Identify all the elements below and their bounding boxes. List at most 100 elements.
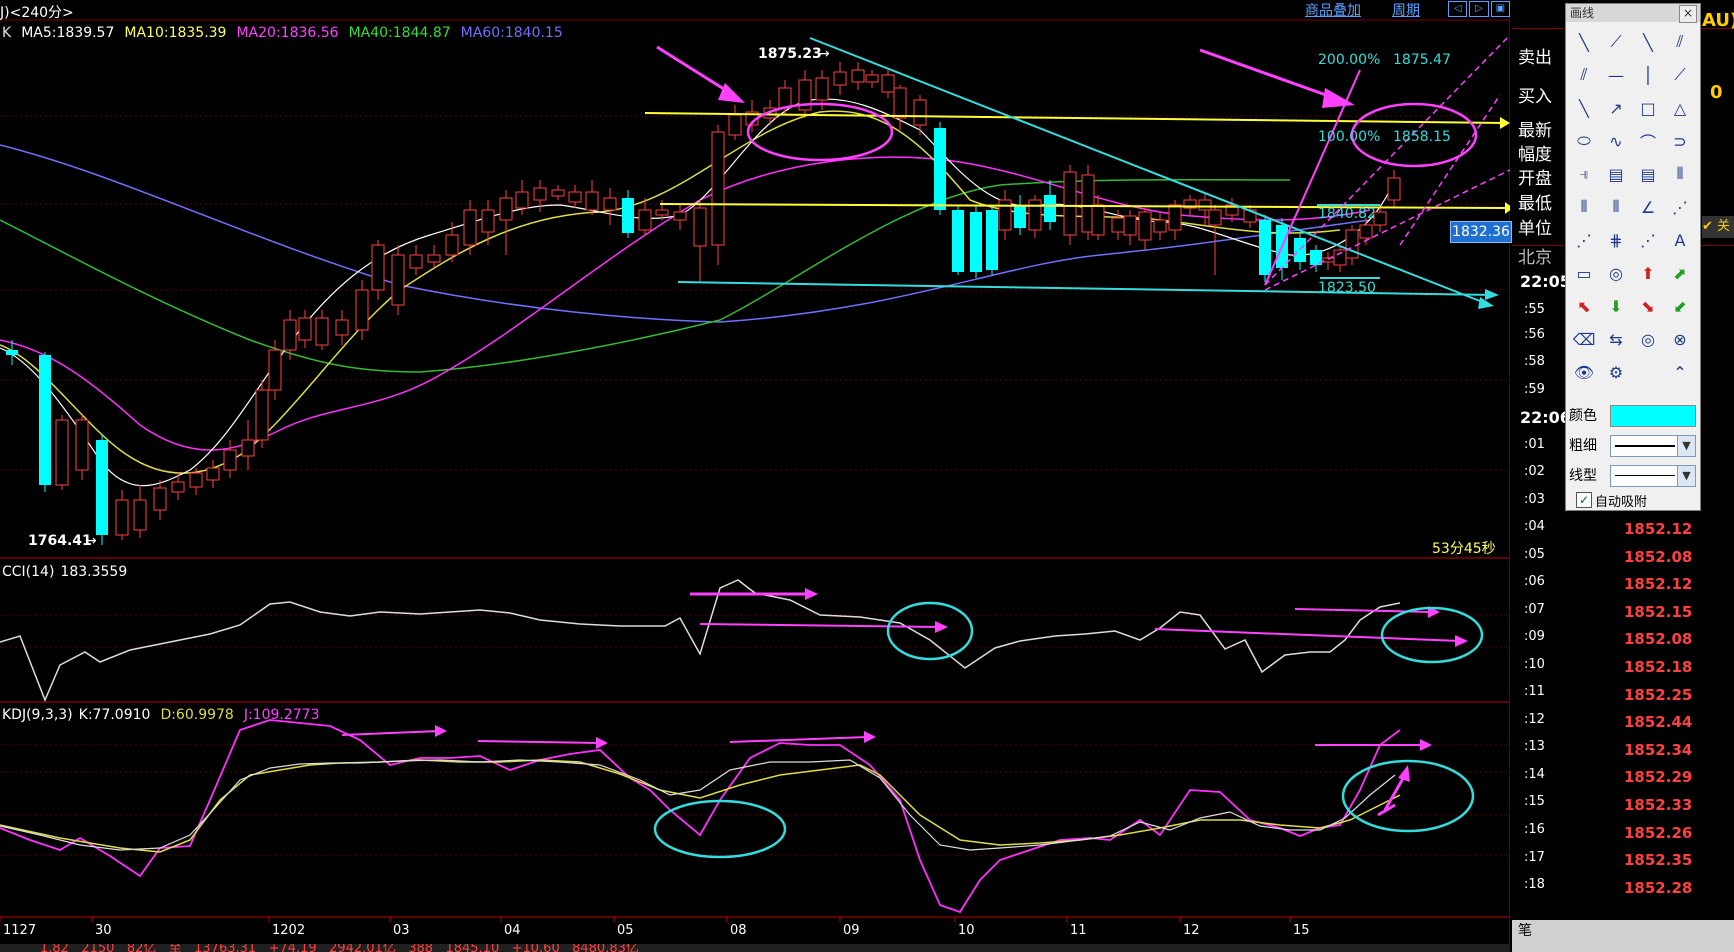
close-icon[interactable]: ×: [1679, 5, 1697, 23]
ma20-line: [0, 156, 1371, 451]
nav-buttons[interactable]: ◁ ▷ ▣: [1448, 1, 1510, 17]
countdown-label: 53分45秒: [1432, 541, 1496, 557]
tick-time: :59: [1524, 382, 1545, 397]
candle: [96, 435, 108, 545]
period-label: J)<240分>: [0, 5, 74, 21]
fib-retracement-icon[interactable]: ⫣: [1570, 161, 1598, 187]
ellipse-icon[interactable]: ⬭: [1570, 128, 1598, 154]
candle: [335, 310, 349, 345]
gear-icon[interactable]: ⚙: [1602, 359, 1630, 385]
horizontal-line-icon[interactable]: —: [1602, 62, 1630, 88]
andrews-pitchfork-icon[interactable]: ⋕: [1602, 227, 1630, 253]
tick-value: 1852.12: [1624, 520, 1693, 538]
candle: [893, 85, 907, 130]
arrow-down-right-icon[interactable]: ⬊: [1634, 293, 1662, 319]
bracket-icon[interactable]: ⊃: [1666, 128, 1694, 154]
nav-left-icon[interactable]: ◁: [1448, 1, 1468, 17]
gann-lines-icon[interactable]: ⦀: [1602, 194, 1630, 220]
arrow-up-right-icon[interactable]: ↗: [1602, 95, 1630, 121]
parallel-lines-icon[interactable]: ⫽: [1666, 29, 1694, 55]
arrow-down-left-green-icon[interactable]: ⬋: [1666, 293, 1694, 319]
auto-snap-checkbox[interactable]: ✓: [1576, 492, 1592, 508]
beijing-label: 北京: [1518, 248, 1552, 268]
eraser-icon[interactable]: ⌫: [1570, 326, 1598, 352]
status-label: 笔: [1518, 923, 1532, 939]
style-select[interactable]: ▼: [1610, 465, 1696, 487]
tick-value: 1852.18: [1624, 658, 1693, 676]
candle: [1138, 208, 1152, 250]
nav-right-icon[interactable]: ▷: [1469, 1, 1489, 17]
candle: [693, 200, 707, 282]
unit-label: 单位: [1518, 219, 1552, 239]
period-button[interactable]: 周期: [1392, 0, 1420, 20]
candle: [315, 310, 329, 350]
text-icon[interactable]: A: [1666, 227, 1694, 253]
candlestick-chart[interactable]: 1875.23 → 1764.41 → 1823.50 200.00% 1875…: [0, 0, 1510, 952]
speed-lines-icon[interactable]: ⋰: [1570, 227, 1598, 253]
fib-fan-icon[interactable]: ▤: [1602, 161, 1630, 187]
arc-icon[interactable]: ⌒: [1634, 128, 1662, 154]
tick-time: :06: [1524, 574, 1545, 589]
candle: [622, 190, 634, 238]
candle: [115, 490, 129, 540]
period-lines-icon[interactable]: ⦀: [1666, 161, 1694, 187]
x-axis-label: 10: [958, 923, 975, 938]
chevron-down-icon[interactable]: ▼: [1677, 466, 1695, 486]
x-axis-label: 09: [843, 923, 860, 938]
width-label: 粗细: [1569, 438, 1597, 454]
arrow-up-icon[interactable]: ⬆: [1634, 260, 1662, 286]
sine-wave-icon[interactable]: ∿: [1602, 128, 1630, 154]
current-price-tag: 1832.36: [1450, 221, 1512, 243]
status-bar-text: 1.82 2150 82亿 至 13763.31 +74.19 2942.01亿…: [40, 944, 639, 952]
triangle-icon[interactable]: △: [1666, 95, 1694, 121]
eye-icon[interactable]: 👁: [1570, 359, 1598, 385]
overlay-button[interactable]: 商品叠加: [1305, 0, 1361, 20]
color-swatch[interactable]: [1610, 405, 1696, 427]
angle-line-icon[interactable]: ∠: [1634, 194, 1662, 220]
ray-line-icon[interactable]: ⟋: [1602, 29, 1630, 55]
arrow-line-icon[interactable]: ⟋: [1666, 62, 1694, 88]
gann-fan-icon[interactable]: ⋰: [1666, 194, 1694, 220]
nav-end-icon[interactable]: ▣: [1490, 1, 1510, 17]
tick-value: 1852.08: [1624, 630, 1693, 649]
chevron-down-icon[interactable]: ▼: [1677, 436, 1695, 456]
tick-time: :04: [1524, 519, 1545, 534]
hide-icon[interactable]: ◎: [1634, 326, 1662, 352]
x-axis-label: 03: [393, 923, 410, 938]
vertical-line-icon[interactable]: │: [1634, 62, 1662, 88]
elliott-wave-icon[interactable]: ⋰: [1634, 227, 1662, 253]
candle: [409, 245, 423, 275]
target-icon[interactable]: ◎: [1602, 260, 1630, 286]
line-down-icon[interactable]: ╲: [1570, 95, 1598, 121]
high-price-label: 1875.23: [758, 46, 822, 62]
arrow-down-left-icon[interactable]: ⬉: [1570, 293, 1598, 319]
style-label: 线型: [1569, 468, 1597, 484]
toggle-fragment[interactable]: ✔ 关: [1702, 216, 1734, 238]
kdj-legend: KDJ(9,3,3) K:77.0910 D:60.9978 J:109.2773: [2, 707, 329, 723]
rectangle-icon[interactable]: □: [1634, 95, 1662, 121]
fib-channel-icon[interactable]: ▤: [1634, 161, 1662, 187]
parallel-channel-icon[interactable]: ⫽: [1570, 62, 1598, 88]
candle: [881, 70, 895, 98]
drawing-toolbox[interactable]: 画线 × ╲ ⟋ ╲ ⫽ ⫽ — │ ⟋ ╲ ↗ □ △ ⬭ ∿ ⌒ ⊃ ⫣ ▤ ▤ ⦀ ⦀ ⦀ ∠ ⋰ ⋰ ⋕ ⋰ A ▭ ◎ ⬆ ⬈ ⬉ ⬇ ⬊ ⬋…: [1565, 3, 1701, 511]
diagonal-line-icon[interactable]: ╲: [1570, 29, 1598, 55]
width-select[interactable]: ▼: [1610, 435, 1696, 457]
tick-time: :02: [1524, 464, 1545, 479]
arrow-down-icon[interactable]: ⬇: [1602, 293, 1630, 319]
segment-line-icon[interactable]: ╲: [1634, 29, 1662, 55]
lock-icon[interactable]: ⊗: [1666, 326, 1694, 352]
delete-icon[interactable]: ⇆: [1602, 326, 1630, 352]
fib-100-label: 100.00%: [1318, 129, 1380, 145]
toolbox-title[interactable]: 画线 ×: [1566, 4, 1700, 23]
ruler-icon[interactable]: ▭: [1570, 260, 1598, 286]
tick-value: 1852.44: [1624, 713, 1693, 732]
latest-label: 最新: [1518, 121, 1552, 141]
kdj-d-line: [0, 759, 1401, 853]
arrow-up-right-red-icon[interactable]: ⬈: [1666, 260, 1694, 286]
candle: [798, 70, 812, 118]
kdj-j-line: [0, 719, 1401, 914]
fib-time-icon[interactable]: ⦀: [1570, 194, 1598, 220]
kdj-k-line: [0, 759, 1396, 851]
collapse-icon[interactable]: ⌃: [1666, 359, 1694, 385]
x-axis-label: 15: [1293, 923, 1310, 938]
